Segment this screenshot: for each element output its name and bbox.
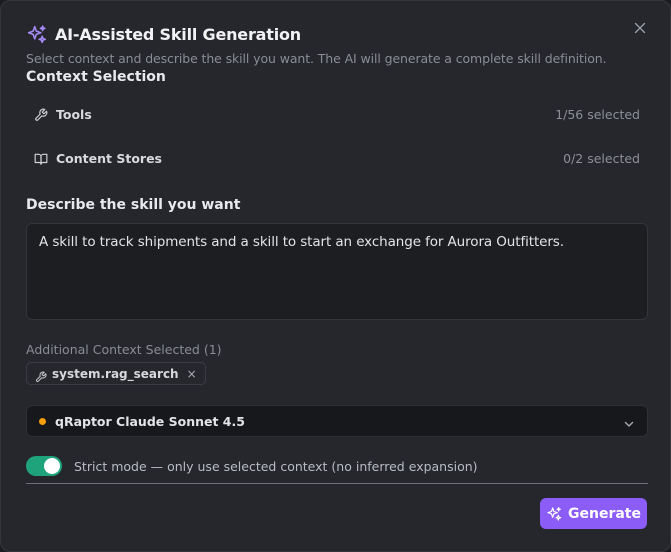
- divider: [26, 483, 648, 484]
- generate-button[interactable]: Generate: [540, 498, 647, 529]
- sparkles-icon: [546, 506, 562, 522]
- wrench-icon: [35, 368, 47, 382]
- context-row-label: Tools: [56, 106, 92, 122]
- model-status-dot: [39, 417, 46, 425]
- skill-generation-dialog: AI-Assisted Skill Generation Select cont…: [0, 0, 671, 552]
- dialog-title: AI-Assisted Skill Generation: [55, 25, 301, 44]
- additional-context-label: Additional Context Selected (1): [26, 342, 222, 357]
- dialog-subtitle: Select context and describe the skill yo…: [26, 51, 607, 66]
- strict-mode-row: Strict mode — only use selected context …: [26, 456, 478, 476]
- skill-description-input[interactable]: A skill to track shipments and a skill t…: [26, 223, 648, 320]
- context-row-content-stores[interactable]: Content Stores 0/2 selected: [26, 138, 648, 178]
- context-chip: system.rag_search ×: [26, 362, 206, 385]
- strict-mode-label: Strict mode — only use selected context …: [74, 458, 478, 474]
- chip-remove-button[interactable]: ×: [187, 368, 197, 380]
- context-row-tools[interactable]: Tools 1/56 selected: [26, 94, 648, 134]
- context-row-count: 1/56 selected: [555, 106, 640, 122]
- dialog-header: AI-Assisted Skill Generation: [26, 24, 301, 45]
- model-select[interactable]: qRaptor Claude Sonnet 4.5: [26, 405, 648, 437]
- context-row-label: Content Stores: [56, 150, 162, 166]
- context-selection-title: Context Selection: [26, 69, 166, 85]
- chevron-down-icon: [623, 415, 635, 427]
- book-icon: [34, 151, 48, 165]
- close-icon: [634, 22, 646, 34]
- model-select-value: qRaptor Claude Sonnet 4.5: [55, 413, 245, 429]
- strict-mode-toggle[interactable]: [26, 456, 62, 476]
- context-row-count: 0/2 selected: [563, 150, 640, 166]
- sparkles-icon: [26, 24, 47, 45]
- close-button[interactable]: [632, 20, 648, 36]
- generate-button-label: Generate: [568, 505, 641, 522]
- chip-label: system.rag_search: [52, 366, 179, 381]
- wrench-icon: [34, 107, 48, 121]
- describe-skill-title: Describe the skill you want: [26, 197, 241, 213]
- toggle-knob: [44, 458, 60, 474]
